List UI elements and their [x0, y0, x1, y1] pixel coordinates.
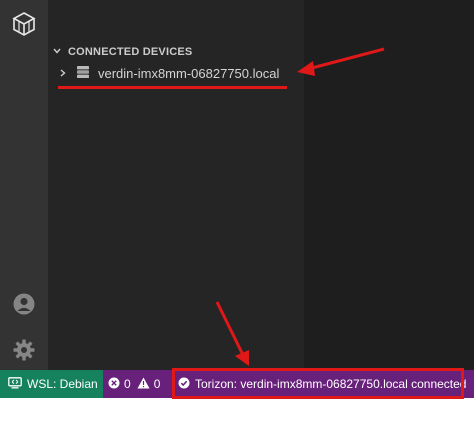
- device-label: verdin-imx8mm-06827750.local: [98, 65, 280, 81]
- warning-count: 0: [153, 377, 161, 391]
- torizon-cube-icon[interactable]: [0, 0, 48, 48]
- chevron-right-icon: [58, 66, 68, 81]
- remote-icon: [8, 376, 22, 392]
- problems-indicator[interactable]: 0 0: [108, 370, 160, 398]
- chevron-down-icon: [52, 46, 62, 59]
- error-icon: [108, 377, 120, 392]
- server-icon: [76, 65, 90, 82]
- device-item[interactable]: verdin-imx8mm-06827750.local: [58, 62, 298, 84]
- editor-area: [304, 0, 474, 370]
- remote-indicator[interactable]: WSL: Debian: [0, 370, 103, 398]
- activity-bar: [0, 0, 48, 370]
- connected-devices-header[interactable]: CONNECTED DEVICES: [52, 43, 192, 61]
- annotation-highlight-box: [172, 368, 464, 399]
- remote-label: WSL: Debian: [27, 377, 98, 391]
- error-count: 0: [124, 377, 131, 391]
- account-icon[interactable]: [0, 280, 48, 328]
- warning-icon: [137, 377, 150, 392]
- annotation-underline: [58, 86, 287, 89]
- section-title: CONNECTED DEVICES: [68, 46, 193, 58]
- gear-icon[interactable]: [0, 326, 48, 374]
